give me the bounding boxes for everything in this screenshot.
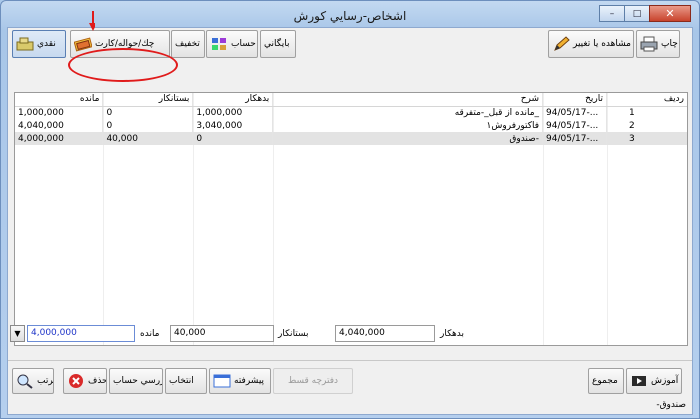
cell-balance: 4,040,000 bbox=[15, 119, 104, 132]
cell-date: 94/05/17-... bbox=[542, 132, 608, 145]
maximize-button[interactable]: □ bbox=[624, 5, 650, 22]
debit-total-field[interactable]: 4,040,000 bbox=[335, 325, 435, 342]
discount-label: تخفيف bbox=[175, 39, 200, 49]
installment-book-button[interactable]: دفترچه قسط bbox=[273, 368, 353, 394]
table-row-selected[interactable]: 4,000,000 40,000 0 صندوق- 94/05/17-... 3 bbox=[15, 132, 687, 145]
caption-buttons: – □ ✕ bbox=[599, 5, 691, 22]
print-button[interactable]: چاپ bbox=[636, 30, 680, 58]
cell-date: 94/05/17-... bbox=[542, 119, 608, 132]
cell-description: صندوق- bbox=[272, 132, 544, 145]
header-credit[interactable]: بستانكار bbox=[102, 93, 194, 107]
select-label: انتخاب bbox=[169, 376, 194, 386]
training-label: آموزش bbox=[651, 376, 679, 386]
view-edit-button[interactable]: مشاهده يا تغيير bbox=[548, 30, 634, 58]
account-detail-button[interactable]: ريز حساب bbox=[206, 30, 258, 58]
cell-debit: 3,040,000 bbox=[192, 119, 274, 132]
close-button[interactable]: ✕ bbox=[649, 5, 691, 22]
cell-credit: 40,000 bbox=[102, 132, 194, 145]
advanced-label: پيشرفته bbox=[234, 376, 265, 386]
cell-description: مانده از قبل_-متفرقه_ bbox=[272, 106, 544, 119]
credit-total-label: بستانكار bbox=[278, 329, 309, 339]
status-text: -صندوق bbox=[656, 400, 686, 410]
credit-total-field[interactable]: 40,000 bbox=[170, 325, 274, 342]
ledger-grid[interactable]: مانده بستانكار بدهكار شرح تاريخ رديف 1,0… bbox=[14, 92, 688, 346]
table-header-row: مانده بستانكار بدهكار شرح تاريخ رديف bbox=[15, 93, 687, 107]
header-balance[interactable]: مانده bbox=[15, 93, 104, 107]
window-title: اشخاص-رسايي كورش bbox=[293, 9, 407, 23]
cell-credit: 0 bbox=[102, 106, 194, 119]
cash-button-label: نقدي bbox=[37, 39, 56, 49]
cell-credit: 0 bbox=[102, 119, 194, 132]
balance-total-label: مانده bbox=[140, 329, 160, 339]
cell-description: فاكتورفروش١ bbox=[272, 119, 544, 132]
training-button[interactable]: آموزش bbox=[626, 368, 682, 394]
review-account-label: بررسي حساب bbox=[113, 376, 163, 386]
select-button[interactable]: انتخاب bbox=[165, 368, 207, 394]
cheque-book-icon bbox=[73, 36, 93, 52]
installment-book-label: دفترچه قسط bbox=[287, 376, 339, 386]
view-edit-label: مشاهده يا تغيير bbox=[573, 39, 631, 49]
minimize-button[interactable]: – bbox=[599, 5, 625, 22]
header-date[interactable]: تاريخ bbox=[542, 93, 608, 107]
cell-balance: 4,000,000 bbox=[15, 132, 104, 145]
balance-dropdown-button[interactable]: ▼ bbox=[10, 325, 25, 342]
cell-index: 1 bbox=[606, 106, 687, 119]
review-account-button[interactable]: بررسي حساب bbox=[109, 368, 163, 394]
separator bbox=[8, 360, 692, 361]
highlight-ellipse bbox=[68, 48, 178, 82]
magnifier-icon bbox=[16, 373, 34, 389]
cell-date: 94/05/17-... bbox=[542, 106, 608, 119]
table-row[interactable]: 4,040,000 0 3,040,000 فاكتورفروش١ 94/05/… bbox=[15, 119, 687, 132]
cell-debit: 1,000,000 bbox=[192, 106, 274, 119]
ledger-table: مانده بستانكار بدهكار شرح تاريخ رديف 1,0… bbox=[15, 93, 687, 145]
cash-button[interactable]: نقدي bbox=[12, 30, 66, 58]
annotation-arrow-icon bbox=[89, 11, 95, 31]
cell-balance: 1,000,000 bbox=[15, 106, 104, 119]
discount-button[interactable]: تخفيف bbox=[171, 30, 205, 58]
delete-button[interactable]: حذف bbox=[63, 368, 107, 394]
advanced-button[interactable]: پيشرفته bbox=[209, 368, 271, 394]
printer-icon bbox=[640, 36, 658, 52]
header-index[interactable]: رديف bbox=[606, 93, 687, 107]
archive-button[interactable]: بايگاني bbox=[260, 30, 296, 58]
total-button[interactable]: مجموع bbox=[588, 368, 624, 394]
header-description[interactable]: شرح bbox=[272, 93, 544, 107]
cash-icon bbox=[16, 36, 34, 52]
header-debit[interactable]: بدهكار bbox=[192, 93, 274, 107]
cell-index: 3 bbox=[606, 132, 687, 145]
app-window: اشخاص-رسايي كورش – □ ✕ نقدي چك/حواله/كار… bbox=[0, 0, 700, 419]
sort-button[interactable]: مرتب bbox=[12, 368, 54, 394]
table-row[interactable]: 1,000,000 0 1,000,000 مانده از قبل_-متفر… bbox=[15, 106, 687, 119]
training-icon bbox=[630, 373, 648, 389]
archive-label: بايگاني bbox=[264, 39, 290, 49]
balance-total-field[interactable]: 4,000,000 bbox=[27, 325, 135, 342]
window-icon bbox=[213, 373, 231, 389]
print-label: چاپ bbox=[661, 39, 678, 49]
total-label: مجموع bbox=[592, 376, 618, 386]
sort-label: مرتب bbox=[37, 376, 54, 386]
delete-label: حذف bbox=[88, 376, 107, 386]
client-area: نقدي چك/حواله/كارت تخفيف ريز حساب بايگان… bbox=[7, 27, 693, 415]
debit-total-label: بدهكار bbox=[440, 329, 465, 339]
account-detail-label: ريز حساب bbox=[231, 39, 257, 49]
account-detail-icon bbox=[210, 36, 228, 52]
cell-index: 2 bbox=[606, 119, 687, 132]
cell-debit: 0 bbox=[192, 132, 274, 145]
delete-icon bbox=[67, 373, 85, 389]
pencil-icon bbox=[552, 36, 570, 52]
